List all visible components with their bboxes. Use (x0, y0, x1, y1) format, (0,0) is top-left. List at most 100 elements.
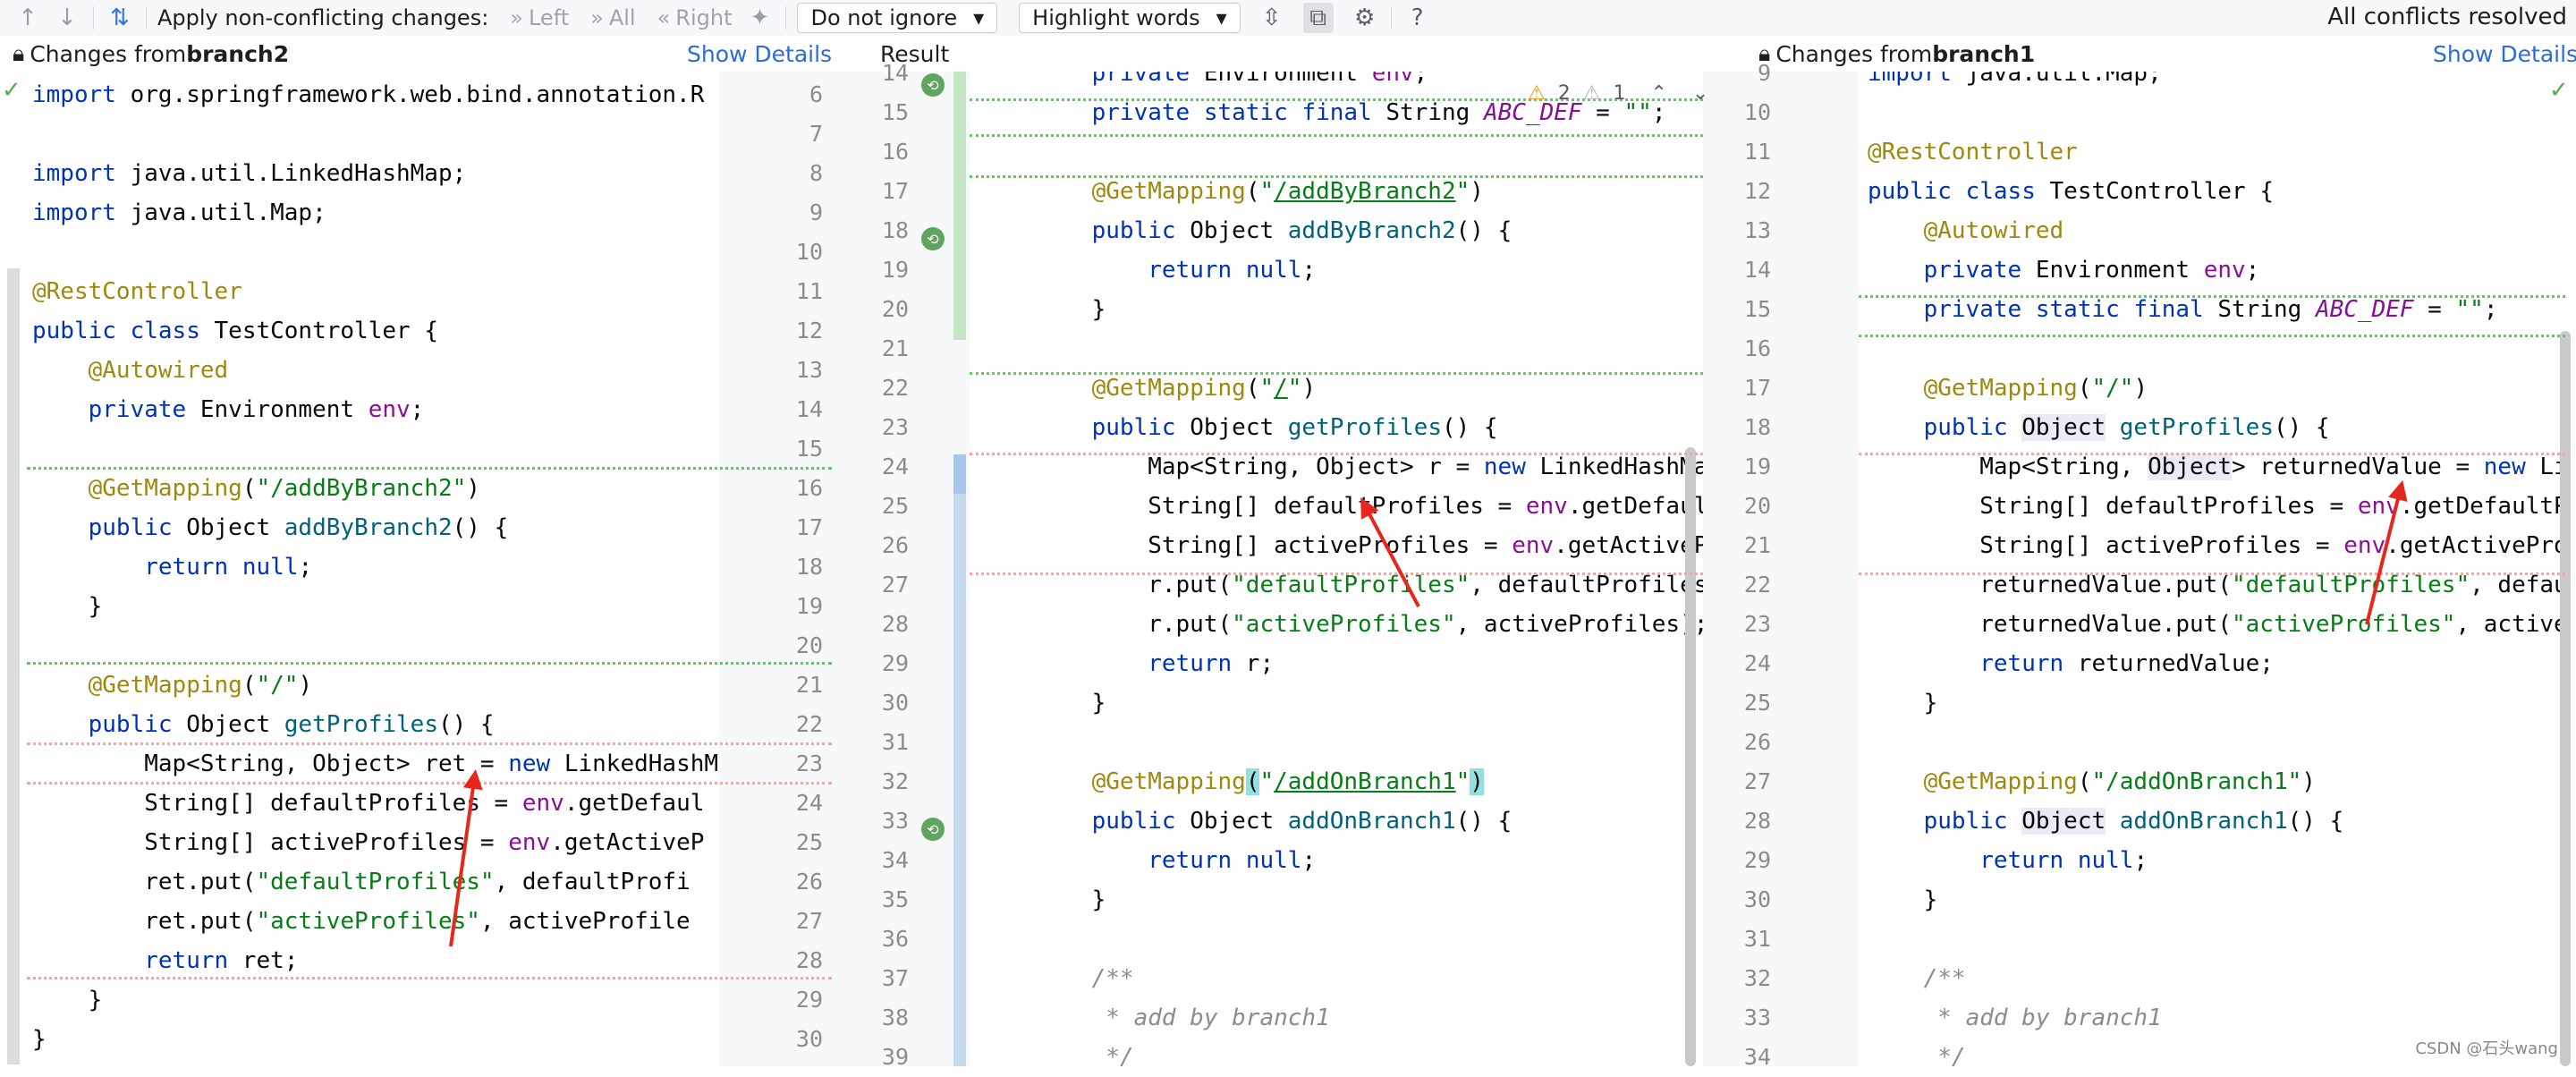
code-line[interactable]: ret.put("defaultProfiles", defaultProfi (32, 862, 719, 902)
code-line[interactable] (1036, 329, 1703, 369)
code-line[interactable]: public Object getProfiles() { (1868, 408, 2576, 447)
line-number: 22 (855, 369, 909, 408)
previous-change-arrow-icon[interactable]: ↑ (13, 3, 43, 33)
left-pane-header: 🔒︎ Changes from branch2 Show Details (13, 36, 826, 72)
next-change-arrow-icon[interactable]: ↓ (52, 3, 82, 33)
code-line[interactable]: import java.util.Map; (32, 193, 719, 233)
apply-non-conflicting-label: Apply non-conflicting changes: (157, 5, 488, 30)
code-line[interactable]: public class TestController { (32, 311, 719, 351)
code-line[interactable]: String[] defaultProfiles = env.getDefaul… (1868, 487, 2576, 526)
apply-left-button[interactable]: »Left (510, 5, 569, 30)
right-show-details-link[interactable]: Show Details (2433, 41, 2576, 67)
code-line[interactable]: r.put("defaultProfiles", defaultProfiles… (1036, 565, 1703, 605)
result-editor-pane[interactable]: private Environment env; private static … (970, 72, 1703, 1066)
line-number: 29 (855, 644, 909, 683)
code-line[interactable] (1036, 723, 1703, 762)
code-line[interactable]: return null; (1036, 250, 1703, 290)
code-line[interactable]: import org.springframework.web.bind.anno… (32, 75, 719, 114)
code-line[interactable] (1868, 723, 2576, 762)
code-line[interactable]: } (32, 1020, 719, 1059)
code-line[interactable]: String[] activeProfiles = env.getActiveP… (1868, 526, 2576, 565)
code-line[interactable]: return ret; (32, 941, 719, 980)
code-line[interactable]: @Autowired (32, 351, 719, 390)
code-line[interactable]: @RestController (1868, 132, 2576, 172)
code-line[interactable]: @Autowired (1868, 211, 2576, 250)
magic-wand-icon[interactable]: ✦ (744, 3, 775, 33)
code-line[interactable] (1868, 920, 2576, 959)
code-line[interactable]: * add by branch1 (1036, 998, 1703, 1038)
code-line[interactable]: @GetMapping("/") (32, 666, 719, 705)
code-line[interactable]: return null; (1036, 841, 1703, 880)
highlight-mode-select[interactable]: Highlight words▾ (1019, 3, 1241, 33)
code-line[interactable]: public Object addByBranch2() { (32, 508, 719, 547)
line-number: 11 (1717, 132, 1771, 172)
code-line[interactable]: returnedValue.put("defaultProfiles", def… (1868, 565, 2576, 605)
code-line[interactable]: * add by branch1 (1868, 998, 2576, 1038)
code-line[interactable] (32, 429, 719, 469)
help-icon[interactable]: ? (1402, 3, 1433, 33)
code-line[interactable] (32, 114, 719, 154)
code-line[interactable]: } (1036, 290, 1703, 329)
code-line[interactable]: @GetMapping("/addOnBranch1") (1868, 762, 2576, 801)
code-line[interactable]: /** (1036, 959, 1703, 998)
chevron-up-icon[interactable]: ⌃ (1650, 82, 1666, 105)
code-line[interactable] (32, 626, 719, 666)
right-editor-pane[interactable]: import java.util.Map;@RestControllerpubl… (1859, 72, 2576, 1066)
code-line[interactable]: String[] activeProfiles = env.getActiveP… (1036, 526, 1703, 565)
line-number: 32 (855, 762, 909, 801)
code-line[interactable]: String[] defaultProfiles = env.getDefaul (32, 784, 719, 823)
code-line[interactable]: public Object getProfiles() { (32, 705, 719, 744)
code-line[interactable]: } (32, 980, 719, 1020)
code-line[interactable]: */ (1036, 1038, 1703, 1066)
code-line[interactable] (32, 233, 719, 272)
code-line[interactable]: r.put("activeProfiles", activeProfiles); (1036, 605, 1703, 644)
change-marker-added (953, 72, 966, 340)
line-number: 23 (769, 744, 823, 784)
code-line[interactable]: return null; (1868, 841, 2576, 880)
diff-connector (27, 467, 832, 470)
line-number: 16 (1717, 329, 1771, 369)
code-line[interactable]: @GetMapping("/addByBranch2") (32, 469, 719, 508)
code-line[interactable]: @GetMapping("/") (1868, 369, 2576, 408)
code-line[interactable]: import java.util.LinkedHashMap; (32, 154, 719, 193)
code-line[interactable]: public Object addOnBranch1() { (1868, 801, 2576, 841)
ignore-whitespace-select[interactable]: Do not ignore▾ (797, 3, 997, 33)
code-line[interactable]: private Environment env; (32, 390, 719, 429)
line-number: 27 (1717, 762, 1771, 801)
code-line[interactable]: } (32, 587, 719, 626)
settings-gear-icon[interactable]: ⚙ (1350, 3, 1380, 33)
code-line[interactable]: } (1036, 683, 1703, 723)
chevron-down-icon[interactable]: ⌄ (1692, 82, 1708, 105)
code-line[interactable]: } (1036, 880, 1703, 920)
code-line[interactable]: public Object getProfiles() { (1036, 408, 1703, 447)
code-line[interactable]: String[] activeProfiles = env.getActiveP (32, 823, 719, 862)
code-line[interactable]: /** (1868, 959, 2576, 998)
code-line[interactable]: } (1868, 683, 2576, 723)
code-line[interactable]: public Object addOnBranch1() { (1036, 801, 1703, 841)
code-line[interactable]: @GetMapping("/addOnBranch1") (1036, 762, 1703, 801)
apply-all-button[interactable]: »All (590, 5, 635, 30)
code-line[interactable]: Map<String, Object> ret = new LinkedHash… (32, 744, 719, 784)
left-editor-pane[interactable]: import org.springframework.web.bind.anno… (0, 72, 719, 1066)
apply-right-button[interactable]: «Right (657, 5, 733, 30)
warning-count: 2 (1558, 82, 1571, 105)
code-line[interactable]: return null; (32, 547, 719, 587)
collapse-unchanged-icon[interactable]: ⇳ (1257, 3, 1287, 33)
code-line[interactable]: ret.put("activeProfiles", activeProfile (32, 902, 719, 941)
sync-scroll-icon[interactable]: ⧉ (1303, 3, 1334, 33)
code-line[interactable]: returnedValue.put("activeProfiles", acti… (1868, 605, 2576, 644)
code-line[interactable]: } (1868, 880, 2576, 920)
code-line[interactable]: private Environment env; (1868, 250, 2576, 290)
magic-resolve-icon[interactable]: ⇅ (105, 3, 135, 33)
code-line[interactable]: return returnedValue; (1868, 644, 2576, 683)
code-line[interactable]: public class TestController { (1868, 172, 2576, 211)
code-line[interactable] (1036, 920, 1703, 959)
code-line[interactable] (1036, 132, 1703, 172)
code-line[interactable]: return r; (1036, 644, 1703, 683)
code-line[interactable]: public Object addByBranch2() { (1036, 211, 1703, 250)
code-line[interactable]: @RestController (32, 272, 719, 311)
left-branch-name: branch2 (186, 41, 289, 67)
code-line[interactable]: import java.util.Map; (1868, 72, 2576, 93)
left-show-details-link[interactable]: Show Details (687, 41, 832, 67)
code-line[interactable] (1868, 93, 2576, 132)
